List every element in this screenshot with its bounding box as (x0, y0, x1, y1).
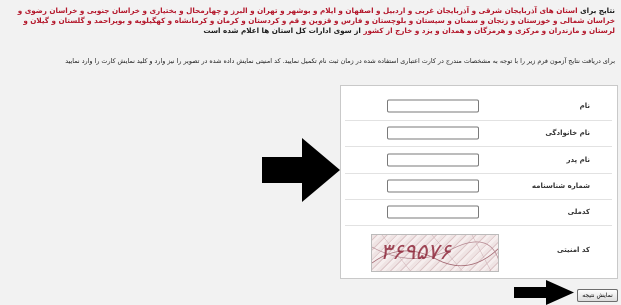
notice-tail: از سوی ادارات کل استان ها اعلام شده است (203, 26, 361, 35)
form-row-father: نام پدر (345, 146, 612, 174)
national-code-input[interactable] (387, 205, 479, 219)
notice-lead: نتایج برای (580, 6, 615, 15)
security-code-label: کد امنیتی (557, 246, 590, 254)
form-row-id-number: شماره شناسنامه (345, 173, 612, 200)
family-label: نام خانوادگی (545, 129, 590, 137)
right-arrow-icon (262, 138, 340, 202)
father-input[interactable] (387, 153, 479, 166)
name-input[interactable] (387, 99, 479, 113)
national-code-label: کدملی (567, 208, 590, 216)
right-arrow-icon (514, 280, 574, 305)
form-row-name: نام (345, 92, 612, 121)
id-number-label: شماره شناسنامه (531, 182, 590, 190)
name-label: نام (579, 102, 590, 110)
father-label: نام پدر (566, 155, 590, 164)
captcha-text: ۳۶۹۵۷۶ (380, 240, 451, 265)
results-notice: نتایج برای استان های آذربایجان شرقی و آذ… (6, 6, 615, 36)
form-row-family: نام خانوادگی (345, 120, 612, 147)
instruction-text: برای دریافت نتایج آزمون فرم زیر را با تو… (65, 57, 615, 65)
form-row-security-code: کد امنیتی ۳۶۹۵۷۶ (345, 225, 612, 275)
form-row-national-code: کدملی (345, 199, 612, 226)
family-input[interactable] (387, 126, 479, 140)
show-result-button[interactable]: نمایش نتیجه (577, 289, 618, 302)
results-form: نام نام خانوادگی نام پدر شماره شناسنامه … (340, 85, 618, 279)
id-number-input[interactable] (387, 179, 479, 193)
captcha-image: ۳۶۹۵۷۶ (371, 234, 499, 272)
